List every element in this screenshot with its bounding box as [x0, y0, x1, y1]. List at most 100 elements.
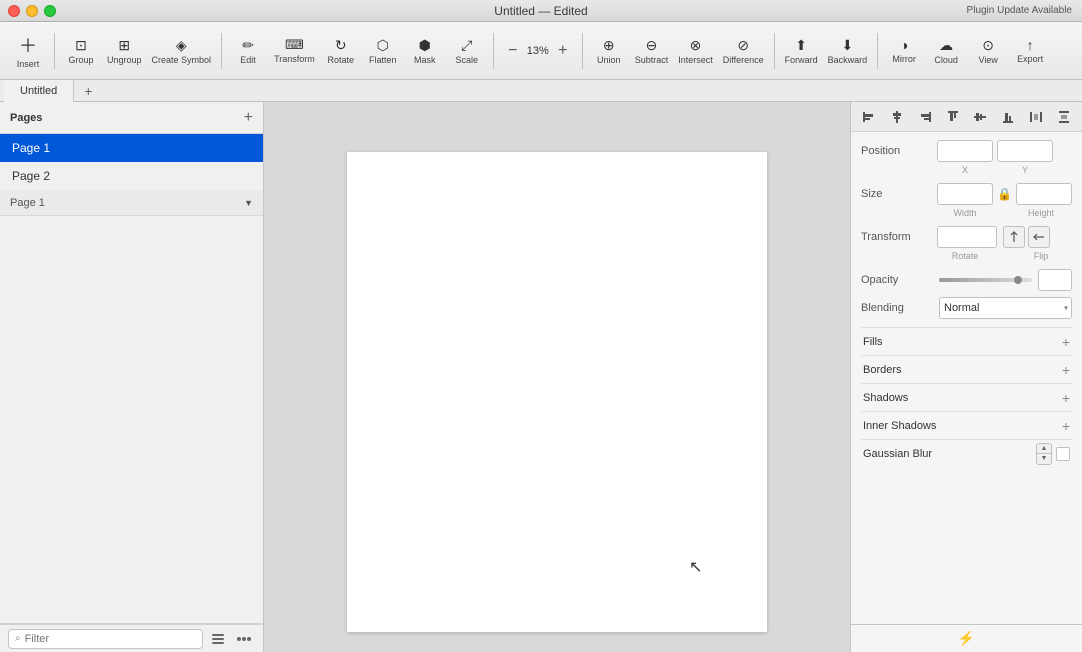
- toolbar-ungroup-button[interactable]: ⊞ Ungroup: [103, 26, 146, 76]
- rotate-label: Rotate: [327, 55, 354, 65]
- toolbar-separator-1: [54, 33, 55, 69]
- toolbar-separator-4: [582, 33, 583, 69]
- toolbar-edit-button[interactable]: ✏ Edit: [228, 26, 268, 76]
- inspector-footer-icon[interactable]: ⚡: [958, 630, 975, 647]
- layer-group-header[interactable]: Page 1 ▼: [0, 190, 263, 216]
- borders-section-header[interactable]: Borders +: [861, 355, 1072, 383]
- toolbar-mask-button[interactable]: ⬢ Mask: [405, 26, 445, 76]
- distribute-v-button[interactable]: [1053, 106, 1075, 128]
- inner-shadows-section-header[interactable]: Inner Shadows +: [861, 411, 1072, 439]
- tab-untitled[interactable]: Untitled: [4, 80, 74, 102]
- pages-add-button[interactable]: +: [244, 109, 253, 127]
- distribute-h-button[interactable]: [1025, 106, 1047, 128]
- size-width-input[interactable]: [937, 183, 993, 205]
- align-left-button[interactable]: [858, 106, 880, 128]
- gaussian-spinner: ▲ ▼: [1036, 443, 1052, 465]
- toolbar-cloud-button[interactable]: ☁ Cloud: [926, 26, 966, 76]
- page-item-page2[interactable]: Page 2: [0, 162, 263, 190]
- align-right-button[interactable]: [914, 106, 936, 128]
- shadows-section-header[interactable]: Shadows +: [861, 383, 1072, 411]
- borders-label: Borders: [863, 364, 902, 376]
- window-title: Untitled — Edited: [494, 4, 587, 18]
- toolbar-forward-button[interactable]: ⬆ Forward: [781, 26, 822, 76]
- inner-shadows-add-button[interactable]: +: [1062, 418, 1070, 434]
- align-bottom-button[interactable]: [997, 106, 1019, 128]
- flip-vertical-button[interactable]: [1028, 226, 1050, 248]
- toolbar-intersect-button[interactable]: ⊗ Intersect: [674, 26, 717, 76]
- align-top-button[interactable]: [942, 106, 964, 128]
- blending-row: Blending Normal Darken Multiply Lighten …: [861, 297, 1072, 319]
- mask-icon: ⬢: [419, 37, 431, 54]
- borders-add-button[interactable]: +: [1062, 362, 1070, 378]
- zoom-out-button[interactable]: −: [504, 42, 522, 60]
- layers-icon: [210, 631, 226, 647]
- toolbar-group-button[interactable]: ⊡ Group: [61, 26, 101, 76]
- zoom-level: 13%: [524, 45, 552, 57]
- toolbar-difference-button[interactable]: ⊘ Difference: [719, 26, 768, 76]
- toolbar-insert-button[interactable]: ＋ Insert: [8, 26, 48, 76]
- gaussian-blur-checkbox[interactable]: [1056, 447, 1070, 461]
- toolbar-backward-button[interactable]: ⬇ Backward: [824, 26, 872, 76]
- minimize-button[interactable]: [26, 5, 38, 17]
- toolbar-separator-3: [493, 33, 494, 69]
- forward-icon: ⬆: [795, 37, 807, 54]
- zoom-in-button[interactable]: +: [554, 42, 572, 60]
- toolbar-create-symbol-button[interactable]: ◈ Create Symbol: [148, 26, 216, 76]
- page2-label: Page 2: [12, 169, 50, 183]
- toolbar-flatten-button[interactable]: ⬡ Flatten: [363, 26, 403, 76]
- toolbar-export-button[interactable]: ↑ Export: [1010, 26, 1050, 76]
- position-row: Position: [861, 140, 1072, 162]
- edit-icon: ✏: [242, 37, 254, 54]
- toolbar-rotate-button[interactable]: ↻ Rotate: [321, 26, 361, 76]
- insert-icon: ＋: [19, 32, 37, 58]
- opacity-slider[interactable]: [939, 278, 1032, 282]
- intersect-icon: ⊗: [690, 37, 702, 54]
- toolbar-union-button[interactable]: ⊕ Union: [589, 26, 629, 76]
- align-bar: [851, 102, 1082, 132]
- plugin-update-notice[interactable]: Plugin Update Available: [967, 5, 1072, 16]
- toolbar-view-button[interactable]: ⊙ View: [968, 26, 1008, 76]
- align-center-h-button[interactable]: [886, 106, 908, 128]
- toolbar-mirror-button[interactable]: ◑ Mirror: [884, 26, 924, 76]
- position-y-input[interactable]: [997, 140, 1053, 162]
- flip-horizontal-button[interactable]: [1003, 226, 1025, 248]
- blending-select[interactable]: Normal Darken Multiply Lighten Screen Ov…: [939, 297, 1072, 319]
- fills-section-header[interactable]: Fills +: [861, 327, 1072, 355]
- shadows-add-button[interactable]: +: [1062, 390, 1070, 406]
- toolbar-scale-button[interactable]: ⤢ Scale: [447, 26, 487, 76]
- gaussian-controls: ▲ ▼: [1036, 443, 1070, 465]
- position-sub-labels: X Y: [861, 165, 1072, 175]
- tab-add-button[interactable]: +: [78, 83, 98, 99]
- rotate-icon: ↻: [335, 37, 347, 54]
- x-axis-label: X: [937, 165, 993, 175]
- edit-label: Edit: [240, 55, 256, 65]
- filter-input[interactable]: [25, 633, 196, 645]
- gaussian-up-button[interactable]: ▲: [1037, 444, 1051, 454]
- canvas-area[interactable]: ↖: [264, 102, 850, 652]
- gaussian-down-button[interactable]: ▼: [1037, 454, 1051, 464]
- flatten-label: Flatten: [369, 55, 397, 65]
- zoom-control: − 13% +: [500, 40, 576, 62]
- position-x-input[interactable]: [937, 140, 993, 162]
- toolbar-transform-button[interactable]: ⌨ Transform: [270, 26, 319, 76]
- toolbar-subtract-button[interactable]: ⊖ Subtract: [631, 26, 673, 76]
- gaussian-blur-label: Gaussian Blur: [863, 448, 1032, 460]
- size-height-input[interactable]: [1016, 183, 1072, 205]
- maximize-button[interactable]: [44, 5, 56, 17]
- blending-select-wrap: Normal Darken Multiply Lighten Screen Ov…: [939, 297, 1072, 319]
- filter-options-button[interactable]: [233, 628, 255, 650]
- rotate-input[interactable]: [937, 226, 997, 248]
- close-button[interactable]: [8, 5, 20, 17]
- insert-label: Insert: [17, 59, 40, 69]
- page-item-page1[interactable]: Page 1: [0, 134, 263, 162]
- backward-label: Backward: [828, 55, 868, 65]
- size-lock-icon[interactable]: 🔒: [997, 187, 1012, 201]
- inspector-body: Position X Y Size 🔒: [851, 132, 1082, 624]
- difference-label: Difference: [723, 55, 764, 65]
- size-section: Size 🔒 Width Height: [861, 183, 1072, 218]
- filter-input-wrap: ⌕: [8, 629, 203, 649]
- canvas-page: [347, 152, 767, 632]
- align-middle-v-button[interactable]: [969, 106, 991, 128]
- fills-add-button[interactable]: +: [1062, 334, 1070, 350]
- filter-show-layers-button[interactable]: [207, 628, 229, 650]
